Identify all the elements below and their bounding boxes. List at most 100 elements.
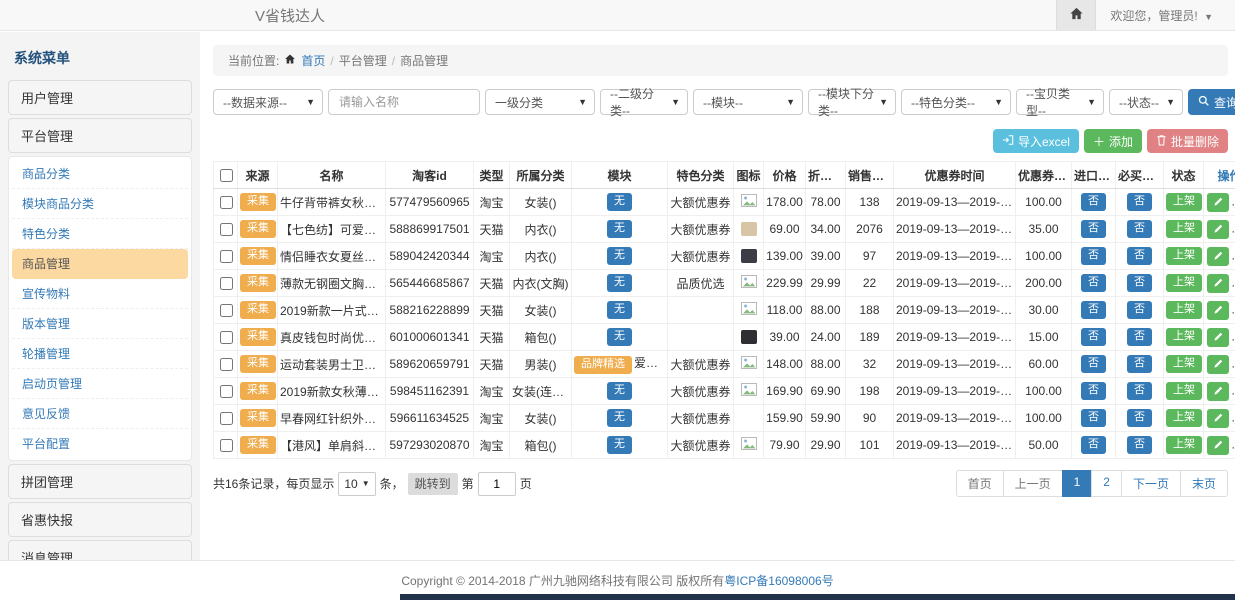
mustbuy-toggle-badge[interactable]: 否 — [1127, 409, 1152, 427]
mustbuy-toggle-badge[interactable]: 否 — [1127, 247, 1152, 265]
import-toggle-badge[interactable]: 否 — [1081, 436, 1106, 454]
import-toggle-badge[interactable]: 否 — [1081, 220, 1106, 238]
sidebar-item-sub[interactable]: 平台配置 — [12, 429, 188, 458]
sidebar-item-sub[interactable]: 商品分类 — [12, 159, 188, 189]
edit-button[interactable] — [1207, 274, 1229, 293]
page-button-下一页[interactable]: 下一页 — [1121, 470, 1181, 497]
edit-button[interactable] — [1207, 382, 1229, 401]
sidebar-item-sub[interactable]: 意见反馈 — [12, 399, 188, 429]
mustbuy-toggle-badge[interactable]: 否 — [1127, 220, 1152, 238]
filter-select[interactable]: --数据来源--▼ — [213, 89, 323, 115]
status-badge[interactable]: 上架 — [1166, 382, 1202, 400]
import-toggle-badge[interactable]: 否 — [1081, 301, 1106, 319]
discount-price-cell: 39.00 — [806, 243, 846, 270]
import-toggle-badge[interactable]: 否 — [1081, 355, 1106, 373]
row-checkbox[interactable] — [220, 412, 233, 425]
operations-cell — [1204, 405, 1235, 432]
sidebar-item-sub[interactable]: 启动页管理 — [12, 369, 188, 399]
select-all-checkbox[interactable] — [220, 169, 233, 182]
import-toggle-badge[interactable]: 否 — [1081, 328, 1106, 346]
row-checkbox[interactable] — [220, 196, 233, 209]
mustbuy-toggle-badge[interactable]: 否 — [1127, 382, 1152, 400]
edit-button[interactable] — [1207, 220, 1229, 239]
home-button[interactable] — [1056, 0, 1096, 30]
row-checkbox[interactable] — [220, 277, 233, 290]
sidebar-group-users[interactable]: 用户管理 — [8, 80, 192, 115]
mustbuy-toggle-badge[interactable]: 否 — [1127, 301, 1152, 319]
row-checkbox[interactable] — [220, 385, 233, 398]
edit-button[interactable] — [1207, 247, 1229, 266]
name-search-input[interactable] — [328, 89, 480, 115]
filter-select[interactable]: --宝贝类型--▼ — [1016, 89, 1104, 115]
status-badge[interactable]: 上架 — [1166, 436, 1202, 454]
add-button[interactable]: ＋ 添加 — [1084, 129, 1142, 153]
edit-button[interactable] — [1207, 328, 1229, 347]
price-cell: 69.00 — [764, 216, 806, 243]
status-badge[interactable]: 上架 — [1166, 355, 1202, 373]
search-button[interactable]: 查询 — [1188, 89, 1235, 115]
mustbuy-toggle-badge[interactable]: 否 — [1127, 328, 1152, 346]
sidebar-item-sub[interactable]: 特色分类 — [12, 219, 188, 249]
row-checkbox[interactable] — [220, 223, 233, 236]
edit-button[interactable] — [1207, 301, 1229, 320]
batch-delete-button[interactable]: 批量删除 — [1147, 129, 1228, 153]
breadcrumb-home-link[interactable]: 首页 — [301, 52, 325, 69]
taoke-id-cell: 577479560965 — [386, 189, 474, 216]
filter-select[interactable]: --状态--▼ — [1109, 89, 1183, 115]
sidebar-group-platform[interactable]: 平台管理 — [8, 118, 192, 153]
edit-button[interactable] — [1207, 436, 1229, 455]
per-page-select[interactable]: 10 ▼ — [338, 472, 375, 496]
filter-select[interactable]: --特色分类--▼ — [901, 89, 1011, 115]
icp-link[interactable]: 粤ICP备16098006号 — [724, 572, 833, 589]
status-badge[interactable]: 上架 — [1166, 274, 1202, 292]
status-badge[interactable]: 上架 — [1166, 247, 1202, 265]
import-excel-button[interactable]: 导入excel — [993, 129, 1079, 153]
jump-page-input[interactable] — [478, 472, 516, 496]
sidebar-item-sub[interactable]: 模块商品分类 — [12, 189, 188, 219]
pencil-icon — [1213, 411, 1224, 426]
edit-button[interactable] — [1207, 193, 1229, 212]
sidebar-item-sub[interactable]: 宣传物料 — [12, 279, 188, 309]
mustbuy-toggle-badge[interactable]: 否 — [1127, 436, 1152, 454]
sidebar-item-sub[interactable]: 轮播管理 — [12, 339, 188, 369]
page-button-2[interactable]: 2 — [1091, 470, 1122, 497]
row-checkbox[interactable] — [220, 439, 233, 452]
status-badge[interactable]: 上架 — [1166, 193, 1202, 211]
page-button-末页[interactable]: 末页 — [1180, 470, 1228, 497]
import-toggle-badge[interactable]: 否 — [1081, 247, 1106, 265]
discount-price-cell: 29.90 — [806, 432, 846, 459]
sidebar: 系统菜单 用户管理平台管理商品分类模块商品分类特色分类商品管理宣传物料版本管理轮… — [0, 32, 200, 560]
sales-count-cell: 2076 — [846, 216, 894, 243]
status-badge[interactable]: 上架 — [1166, 328, 1202, 346]
status-badge[interactable]: 上架 — [1166, 301, 1202, 319]
status-badge[interactable]: 上架 — [1166, 220, 1202, 238]
edit-button[interactable] — [1207, 409, 1229, 428]
import-toggle-badge[interactable]: 否 — [1081, 193, 1106, 211]
filter-select[interactable]: --二级分类--▼ — [600, 89, 688, 115]
filter-select[interactable]: --模块--▼ — [693, 89, 803, 115]
import-toggle-badge[interactable]: 否 — [1081, 274, 1106, 292]
page-button-1[interactable]: 1 — [1062, 470, 1093, 497]
sidebar-group[interactable]: 拼团管理 — [8, 464, 192, 499]
user-menu[interactable]: 欢迎您，管理员! ▼ — [1096, 7, 1235, 24]
page-button-首页[interactable]: 首页 — [956, 470, 1004, 497]
row-checkbox[interactable] — [220, 304, 233, 317]
row-checkbox[interactable] — [220, 331, 233, 344]
status-badge[interactable]: 上架 — [1166, 409, 1202, 427]
edit-button[interactable] — [1207, 355, 1229, 374]
filter-select[interactable]: --模块下分类--▼ — [808, 89, 896, 115]
sidebar-group[interactable]: 消息管理 — [8, 540, 192, 560]
mustbuy-toggle-badge[interactable]: 否 — [1127, 274, 1152, 292]
row-checkbox[interactable] — [220, 250, 233, 263]
sidebar-item-sub[interactable]: 版本管理 — [12, 309, 188, 339]
mustbuy-toggle-badge[interactable]: 否 — [1127, 355, 1152, 373]
page-button-上一页[interactable]: 上一页 — [1003, 470, 1063, 497]
sidebar-group[interactable]: 省惠快报 — [8, 502, 192, 537]
jump-button[interactable]: 跳转到 — [408, 473, 458, 495]
mustbuy-toggle-badge[interactable]: 否 — [1127, 193, 1152, 211]
import-toggle-badge[interactable]: 否 — [1081, 409, 1106, 427]
import-toggle-badge[interactable]: 否 — [1081, 382, 1106, 400]
row-checkbox[interactable] — [220, 358, 233, 371]
filter-select[interactable]: 一级分类▼ — [485, 89, 595, 115]
sidebar-item-active[interactable]: 商品管理 — [12, 249, 188, 279]
